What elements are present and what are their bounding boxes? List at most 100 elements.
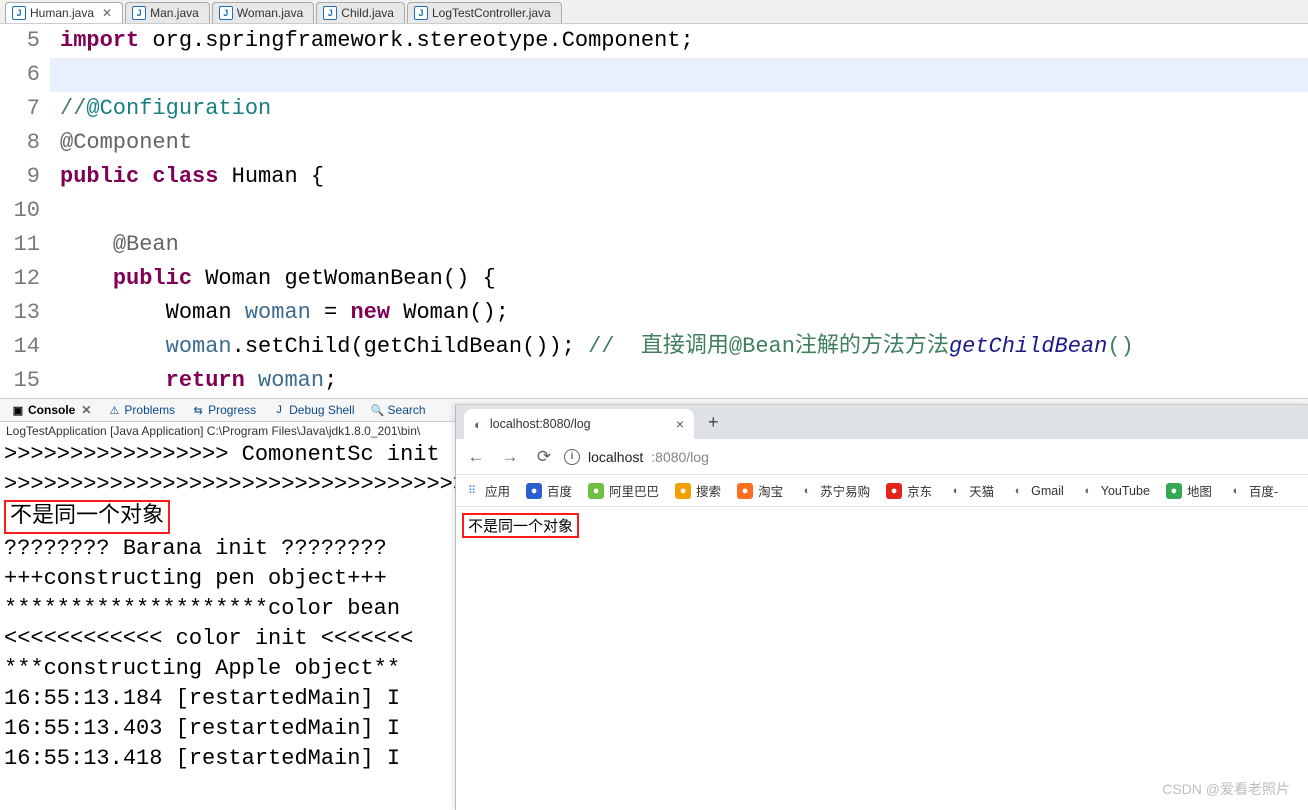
new-tab-button[interactable]: + <box>708 412 719 433</box>
bookmark-favicon: ● <box>737 483 753 499</box>
tab-label: Man.java <box>150 6 199 20</box>
line-number: 13 <box>0 296 40 330</box>
line-number: 7 <box>0 92 40 126</box>
bookmark-favicon: ● <box>1166 483 1182 499</box>
bookmark-favicon: ● <box>588 483 604 499</box>
bookmark-favicon: ◐ <box>799 483 815 499</box>
panel-tab-label: Console <box>28 403 75 417</box>
tab-label: LogTestController.java <box>432 6 551 20</box>
bookmark-favicon: ◐ <box>1080 483 1096 499</box>
browser-tab[interactable]: ◐ localhost:8080/log × <box>464 409 694 439</box>
code-line[interactable]: Woman woman = new Woman(); <box>50 296 1308 330</box>
browser-content: 不是同一个对象 <box>456 507 1308 544</box>
browser-tab-title: localhost:8080/log <box>490 417 591 431</box>
panel-tab[interactable]: ⇆Progress <box>183 403 264 417</box>
code-line[interactable]: return woman; <box>50 364 1308 398</box>
url-path: :8080/log <box>651 449 709 465</box>
editor-tab[interactable]: JLogTestController.java <box>407 2 562 23</box>
panel-tab[interactable]: 🔍Search <box>363 403 434 417</box>
code-editor[interactable]: 56789101112131415 import org.springframe… <box>0 24 1308 398</box>
bookmark-label: 天猫 <box>969 481 994 500</box>
panel-tab[interactable]: ⚠Problems <box>99 403 183 417</box>
panel-tab-icon: J <box>272 403 286 417</box>
tab-label: Human.java <box>30 6 94 20</box>
bookmark-label: 百度- <box>1249 481 1278 500</box>
bookmark-item[interactable]: ◐ Gmail <box>1010 483 1064 499</box>
bookmarks-bar: ⠿ 应用 ●百度●阿里巴巴●搜索●淘宝◐苏宁易购●京东◐天猫◐Gmail◐You… <box>456 475 1308 507</box>
panel-tab-icon: ▣ <box>11 403 25 417</box>
globe-icon: ◐ <box>474 417 482 432</box>
line-number: 10 <box>0 194 40 228</box>
bookmark-favicon: ◐ <box>1010 483 1026 499</box>
close-icon[interactable]: ✕ <box>81 403 91 417</box>
code-area[interactable]: import org.springframework.stereotype.Co… <box>50 24 1308 398</box>
code-line[interactable]: //@Configuration <box>50 92 1308 126</box>
site-info-icon[interactable]: i <box>564 449 580 465</box>
bookmark-item[interactable]: ◐ 百度- <box>1228 481 1278 500</box>
browser-tab-row: ◐ localhost:8080/log × + <box>456 405 1308 439</box>
editor-tab[interactable]: J Woman.java <box>212 2 314 23</box>
browser-toolbar: ← → ⟳ i localhost :8080/log <box>456 439 1308 475</box>
address-bar[interactable]: i localhost :8080/log <box>564 449 709 465</box>
line-number: 5 <box>0 24 40 58</box>
bookmark-item[interactable]: ● 搜索 <box>675 481 721 500</box>
bookmark-item[interactable]: ◐ 苏宁易购 <box>799 481 870 500</box>
bookmark-favicon: ● <box>526 483 542 499</box>
java-file-icon: J <box>323 6 337 20</box>
bookmark-label: 苏宁易购 <box>820 481 870 500</box>
code-line[interactable]: public Woman getWomanBean() { <box>50 262 1308 296</box>
bookmark-favicon: ● <box>886 483 902 499</box>
line-number: 11 <box>0 228 40 262</box>
code-line[interactable]: @Component <box>50 126 1308 160</box>
bookmark-item[interactable]: ◐ YouTube <box>1080 483 1150 499</box>
bookmark-label: 阿里巴巴 <box>609 481 659 500</box>
bookmark-favicon: ● <box>675 483 691 499</box>
bookmark-label: 淘宝 <box>758 481 783 500</box>
line-number: 12 <box>0 262 40 296</box>
code-line[interactable]: @Bean <box>50 228 1308 262</box>
bookmark-item[interactable]: ● 地图 <box>1166 481 1212 500</box>
java-file-icon: J <box>132 6 146 20</box>
back-button[interactable]: ← <box>462 443 490 471</box>
code-line[interactable]: woman.setChild(getChildBean()); // 直接调用@… <box>50 330 1308 364</box>
line-number: 9 <box>0 160 40 194</box>
bookmark-item[interactable]: ●百度 <box>526 481 572 500</box>
watermark: CSDN @爱看老照片 <box>1162 779 1290 799</box>
panel-tab-label: Problems <box>124 403 175 417</box>
editor-tab[interactable]: JHuman.java✕ <box>5 2 123 23</box>
code-line[interactable] <box>50 58 1308 92</box>
bookmark-item[interactable]: ● 阿里巴巴 <box>588 481 659 500</box>
bookmark-label: 京东 <box>907 481 932 500</box>
forward-button[interactable]: → <box>496 443 524 471</box>
close-icon[interactable]: ✕ <box>102 6 112 20</box>
editor-tab[interactable]: J Man.java <box>125 2 210 23</box>
code-line[interactable] <box>50 194 1308 228</box>
panel-tab[interactable]: JDebug Shell <box>264 403 362 417</box>
close-icon[interactable]: × <box>676 416 684 432</box>
bookmark-favicon: ◐ <box>948 483 964 499</box>
panel-tab-icon: ⚠ <box>107 403 121 417</box>
line-number: 8 <box>0 126 40 160</box>
editor-tab-bar: JHuman.java✕JMan.javaJWoman.javaJChild.j… <box>0 0 1308 24</box>
code-line[interactable]: import org.springframework.stereotype.Co… <box>50 24 1308 58</box>
bookmark-label: 地图 <box>1187 481 1212 500</box>
panel-tab[interactable]: ▣Console ✕ <box>3 403 99 417</box>
apps-button[interactable]: ⠿ 应用 <box>464 481 510 500</box>
panel-tab-label: Progress <box>208 403 256 417</box>
bookmark-item[interactable]: ◐ 天猫 <box>948 481 994 500</box>
bookmark-label: YouTube <box>1101 484 1150 498</box>
bookmark-item[interactable]: ● 淘宝 <box>737 481 783 500</box>
editor-tab[interactable]: J Child.java <box>316 2 405 23</box>
tab-label: Child.java <box>341 6 394 20</box>
bookmark-label: 搜索 <box>696 481 721 500</box>
code-line[interactable]: public class Human { <box>50 160 1308 194</box>
bookmark-favicon: ◐ <box>1228 483 1244 499</box>
bookmark-label: Gmail <box>1031 484 1064 498</box>
bookmark-item[interactable]: ● 京东 <box>886 481 932 500</box>
reload-button[interactable]: ⟳ <box>530 443 558 471</box>
panel-tab-icon: 🔍 <box>371 403 385 417</box>
url-host: localhost <box>588 449 643 465</box>
line-number: 15 <box>0 364 40 398</box>
java-file-icon: J <box>219 6 233 20</box>
tab-label: Woman.java <box>237 6 303 20</box>
